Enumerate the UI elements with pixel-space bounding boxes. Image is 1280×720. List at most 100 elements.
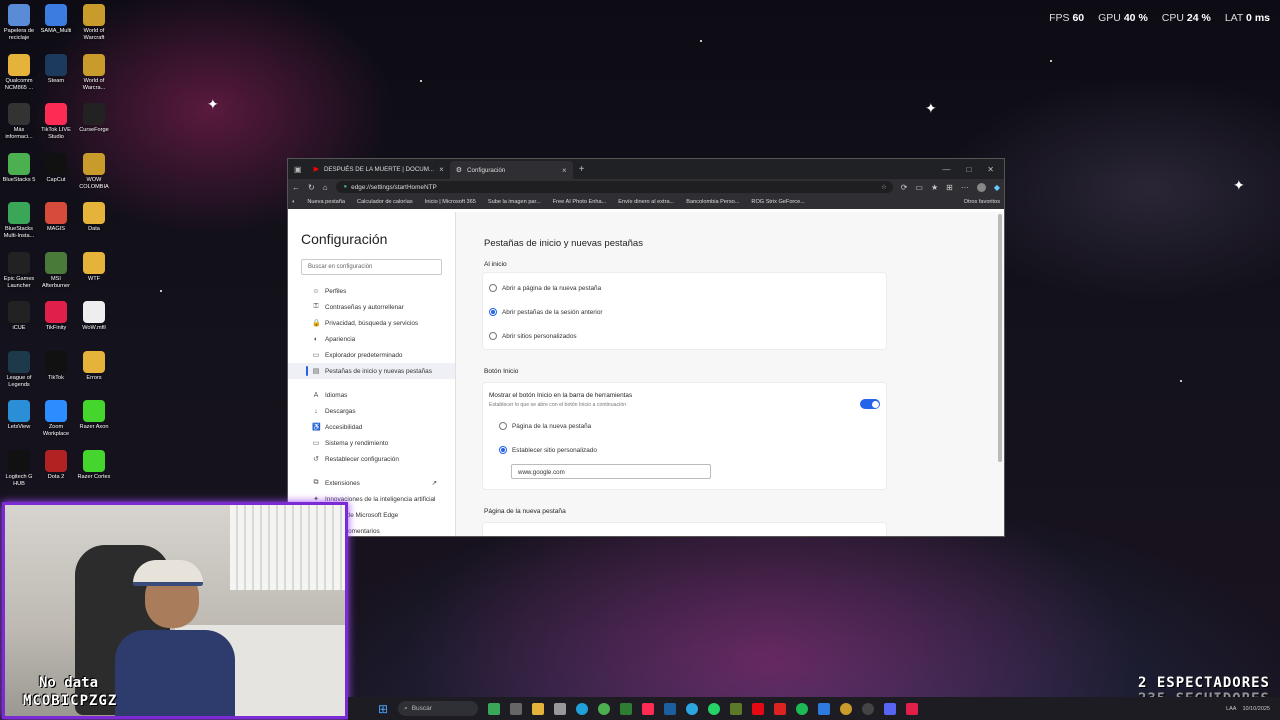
tab-actions-icon[interactable]: ▣	[294, 165, 302, 174]
desktop-icon[interactable]: Más informaci...	[0, 103, 38, 141]
other-favorites-link[interactable]: Otros favoritos	[964, 199, 1000, 205]
close-tab-icon[interactable]: ×	[439, 165, 444, 174]
desktop-icon[interactable]: Zoom Workplace	[37, 400, 75, 438]
desktop-icon[interactable]: MSI Afterburner	[37, 251, 75, 290]
settings-nav-item[interactable]: ↓ Descargas	[288, 403, 455, 419]
app-icon[interactable]	[818, 702, 831, 715]
scrollbar[interactable]	[998, 214, 1002, 462]
app-icon[interactable]	[774, 702, 787, 715]
settings-nav-item[interactable]: ↺ Restablecer configuración	[288, 451, 455, 467]
tab-settings[interactable]: ⚙ Configuración ×	[449, 161, 573, 179]
desktop-icon[interactable]: BlueStacks 5	[0, 152, 38, 184]
discord-icon[interactable]	[884, 702, 897, 715]
app-icon[interactable]	[554, 702, 567, 715]
desktop-icon[interactable]: MAGIS	[37, 202, 75, 233]
maximize-icon[interactable]: □	[966, 165, 971, 174]
radio-button[interactable]	[489, 284, 497, 292]
more-icon[interactable]: ···	[961, 183, 969, 192]
favorite-link[interactable]: Bancolombia Perso...	[686, 199, 739, 205]
desktop-icon[interactable]: Data	[75, 202, 113, 233]
refresh-icon[interactable]: ↻	[308, 183, 315, 192]
favorite-link[interactable]: Free AI Photo Enha...	[553, 199, 607, 205]
desktop-icon[interactable]: Razer Axon	[75, 400, 113, 431]
tab-documentary[interactable]: ▶ DESPUÉS DE LA MUERTE | DOCUM... ×	[308, 161, 450, 177]
desktop-icon[interactable]: World of Warcraft	[75, 4, 113, 42]
desktop-icon[interactable]: TikTok LIVE Studio	[37, 103, 75, 141]
settings-nav-item[interactable]: ▭ Sistema y rendimiento	[288, 435, 455, 451]
radio-home-new-tab[interactable]: Página de la nueva pestaña	[483, 414, 886, 438]
settings-nav-item[interactable]: ▤ Pestañas de inicio y nuevas pestañas	[288, 363, 455, 379]
reload-icon[interactable]: ⟳	[901, 183, 908, 192]
favorites-toggle-icon[interactable]: ◐	[292, 199, 295, 205]
settings-nav-item[interactable]: ◐ Apariencia	[288, 331, 455, 347]
star-favorite-icon[interactable]: ☆	[881, 183, 887, 191]
desktop-icon[interactable]: LetsView	[0, 400, 38, 431]
desktop-icon[interactable]: Epic Games Launcher	[0, 251, 38, 290]
settings-search-input[interactable]: Buscar en configuración	[301, 259, 442, 275]
settings-nav-item[interactable]: ⚿ Contraseñas y autorrellenar	[288, 299, 455, 315]
radio-open-new-tab[interactable]: Abrir a página de la nueva pestaña	[483, 276, 886, 300]
wow-icon[interactable]	[840, 702, 853, 715]
settings-nav-item[interactable]: A Idiomas	[288, 387, 455, 403]
copilot-icon[interactable]: ◆	[994, 183, 1000, 192]
desktop-icon[interactable]: TikTok	[37, 350, 75, 382]
new-tab-icon[interactable]: +	[579, 164, 585, 175]
app-icon[interactable]	[730, 702, 743, 715]
favorite-link[interactable]: Calculador de calorías	[357, 199, 413, 205]
task-view-icon[interactable]	[510, 702, 523, 715]
radio-button[interactable]	[499, 446, 507, 454]
taskbar-search[interactable]: ⌕ Buscar	[398, 701, 479, 716]
settings-nav-item[interactable]: ⧉ Extensiones ↗	[288, 475, 455, 491]
chrome-taskbar-icon[interactable]	[598, 702, 611, 715]
split-icon[interactable]: ▭	[915, 183, 923, 192]
desktop-icon[interactable]: Steam	[37, 53, 75, 85]
windows-start-icon[interactable]: ⊞	[378, 702, 388, 716]
favorites-icon[interactable]: ★	[931, 183, 938, 192]
app-icon[interactable]	[664, 702, 677, 715]
desktop-icon[interactable]: SAMA_Multi	[37, 4, 75, 35]
close-tab-icon[interactable]: ×	[562, 166, 567, 175]
collections-icon[interactable]: ⊞	[946, 183, 953, 192]
favorite-link[interactable]: Envíe dinero al extra...	[618, 199, 674, 205]
excel-icon[interactable]	[620, 702, 633, 715]
netflix-icon[interactable]	[752, 702, 765, 715]
desktop-icon[interactable]: League of Legends	[0, 350, 38, 389]
close-window-icon[interactable]: ✕	[987, 165, 994, 174]
tikfinity-icon[interactable]	[906, 702, 919, 715]
desktop-icon[interactable]: World of Warcra...	[75, 53, 113, 92]
desktop-icon[interactable]: Razer Cortex	[75, 449, 113, 481]
favorite-link[interactable]: Nueva pestaña	[307, 199, 345, 205]
desktop-icon[interactable]: iCUE	[0, 301, 38, 332]
desktop-icon[interactable]: WoW.mfil	[75, 301, 113, 332]
desktop-icon[interactable]: Dota 2	[37, 449, 75, 481]
desktop-icon[interactable]: TikFinity	[37, 301, 75, 332]
radio-button[interactable]	[489, 308, 497, 316]
settings-nav-item[interactable]: 🔒 Privacidad, búsqueda y servicios	[288, 315, 455, 331]
desktop-icon[interactable]: WTF	[75, 251, 113, 283]
edge-taskbar-icon[interactable]	[576, 702, 589, 715]
minimize-icon[interactable]: —	[942, 165, 950, 174]
spotify-icon[interactable]	[796, 702, 809, 715]
settings-nav-item[interactable]: ♿ Accesibilidad	[288, 419, 455, 435]
home-button-toggle[interactable]	[860, 399, 880, 409]
whatsapp-icon[interactable]	[708, 702, 721, 715]
avatar[interactable]	[976, 182, 986, 192]
desktop-icon[interactable]: Qualcomm NCM865 ...	[0, 53, 38, 92]
desktop-icon[interactable]: BlueStacks Multi-Insta...	[0, 202, 38, 240]
desktop-icon[interactable]: Papelera de reciclaje	[0, 4, 38, 42]
settings-nav-item[interactable]: ☺ Perfiles	[288, 283, 455, 299]
favorite-link[interactable]: Sube la imagen par...	[488, 199, 541, 205]
desktop-icon[interactable]: CapCut	[37, 152, 75, 184]
home-icon[interactable]: ⌂	[323, 183, 328, 192]
settings-nav-item[interactable]: ▭ Explorador predeterminado	[288, 347, 455, 363]
back-icon[interactable]: ←	[292, 183, 300, 192]
desktop-icon[interactable]: CurseForge	[75, 103, 113, 134]
radio-open-custom-sites[interactable]: Abrir sitios personalizados	[483, 324, 886, 348]
app-icon[interactable]	[862, 702, 875, 715]
desktop-icon[interactable]: Errors	[75, 350, 113, 382]
telegram-icon[interactable]	[686, 702, 699, 715]
desktop-icon[interactable]: Logitech G HUB	[0, 449, 38, 488]
favorite-link[interactable]: Inicio | Microsoft 365	[425, 199, 476, 205]
radio-button[interactable]	[499, 422, 507, 430]
favorite-link[interactable]: ROG Strix GeForce...	[751, 199, 804, 205]
